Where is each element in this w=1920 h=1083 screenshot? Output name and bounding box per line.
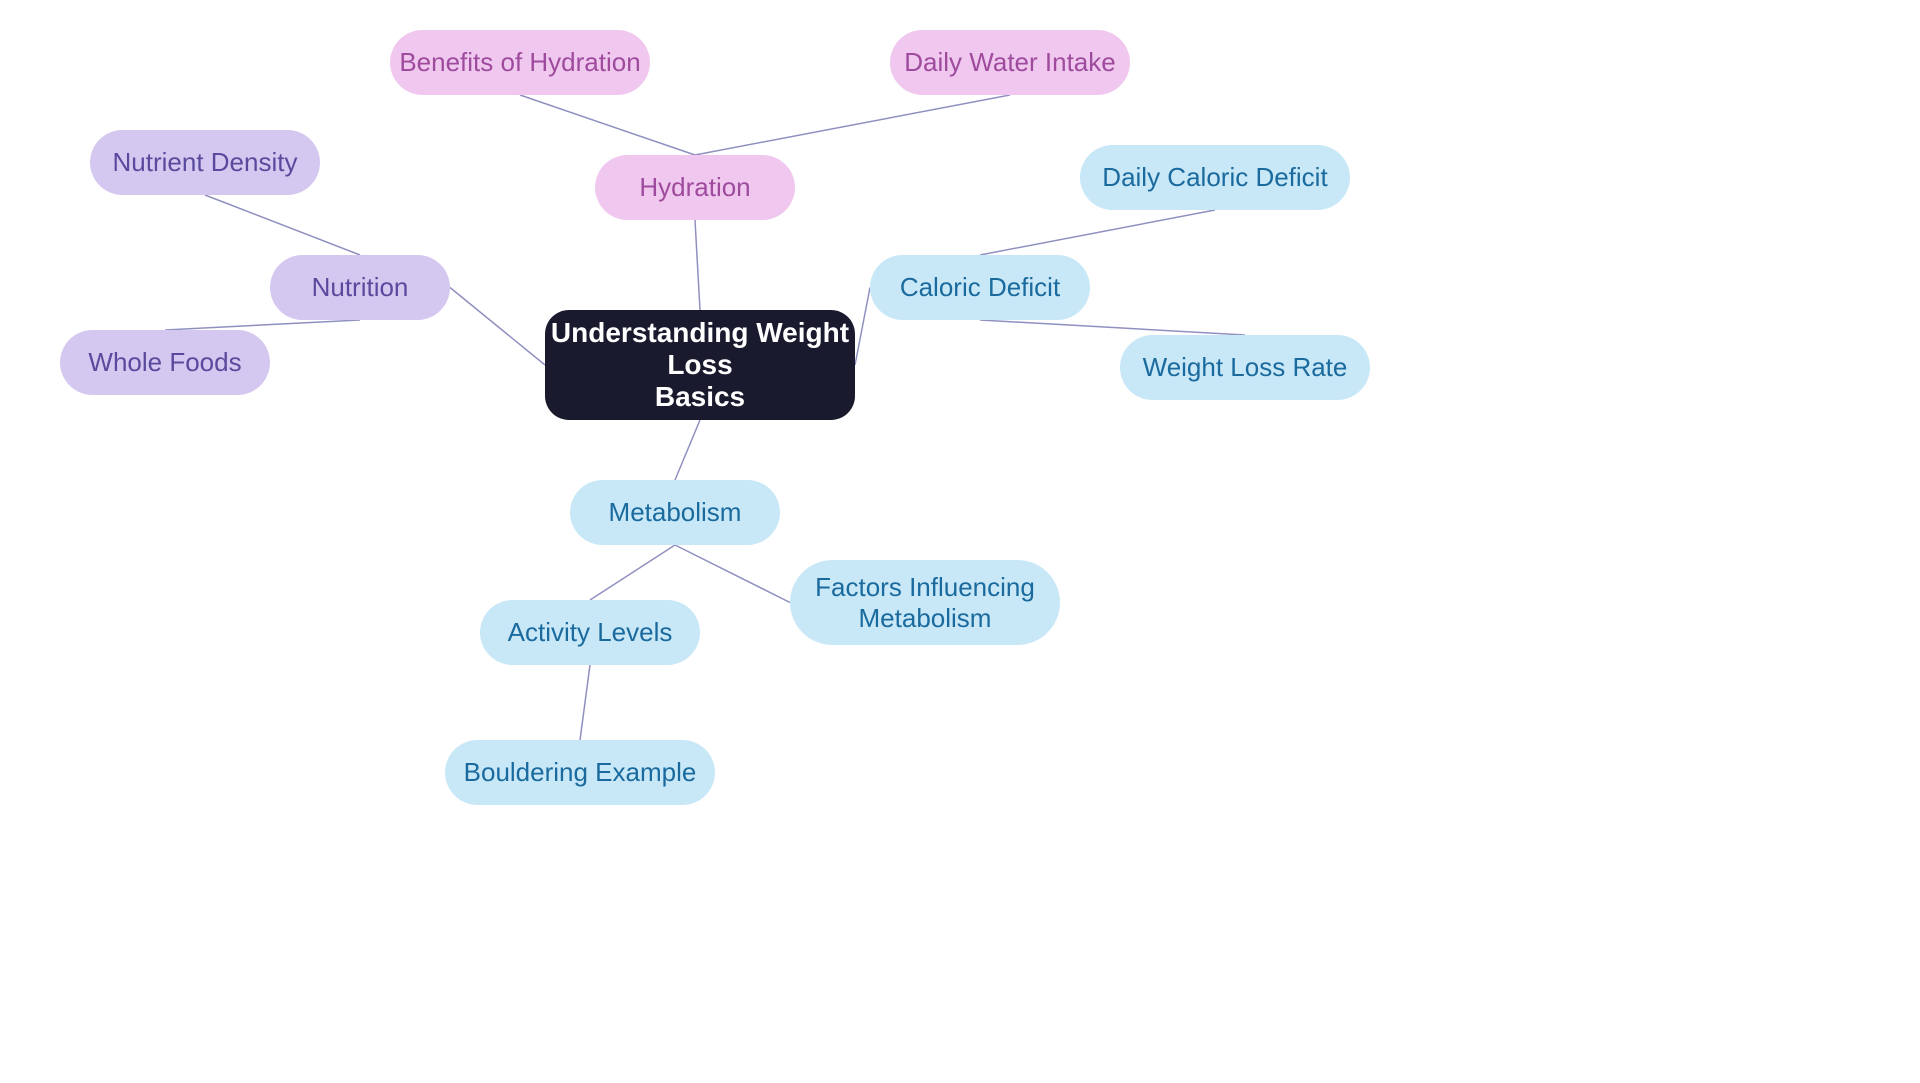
hydration-node[interactable]: Hydration [595,155,795,220]
hydration-label: Hydration [639,172,750,203]
bouldering-example-label: Bouldering Example [464,757,697,788]
daily-caloric-deficit-label: Daily Caloric Deficit [1102,162,1327,193]
weight-loss-rate-node[interactable]: Weight Loss Rate [1120,335,1370,400]
whole-foods-label: Whole Foods [88,347,241,378]
caloric-deficit-node[interactable]: Caloric Deficit [870,255,1090,320]
center-label: Understanding Weight Loss Basics [545,317,855,413]
nutrition-node[interactable]: Nutrition [270,255,450,320]
activity-levels-node[interactable]: Activity Levels [480,600,700,665]
factors-influencing-metabolism-label: Factors Influencing Metabolism [815,572,1035,634]
metabolism-label: Metabolism [609,497,742,528]
caloric-deficit-label: Caloric Deficit [900,272,1060,303]
daily-water-intake-node[interactable]: Daily Water Intake [890,30,1130,95]
factors-influencing-metabolism-node[interactable]: Factors Influencing Metabolism [790,560,1060,645]
benefits-of-hydration-node[interactable]: Benefits of Hydration [390,30,650,95]
bouldering-example-node[interactable]: Bouldering Example [445,740,715,805]
whole-foods-node[interactable]: Whole Foods [60,330,270,395]
weight-loss-rate-label: Weight Loss Rate [1143,352,1348,383]
metabolism-node[interactable]: Metabolism [570,480,780,545]
benefits-of-hydration-label: Benefits of Hydration [399,47,640,78]
center-node[interactable]: Understanding Weight Loss Basics [545,310,855,420]
nutrition-label: Nutrition [312,272,409,303]
activity-levels-label: Activity Levels [508,617,673,648]
daily-water-intake-label: Daily Water Intake [904,47,1115,78]
daily-caloric-deficit-node[interactable]: Daily Caloric Deficit [1080,145,1350,210]
nutrient-density-node[interactable]: Nutrient Density [90,130,320,195]
nutrient-density-label: Nutrient Density [113,147,298,178]
